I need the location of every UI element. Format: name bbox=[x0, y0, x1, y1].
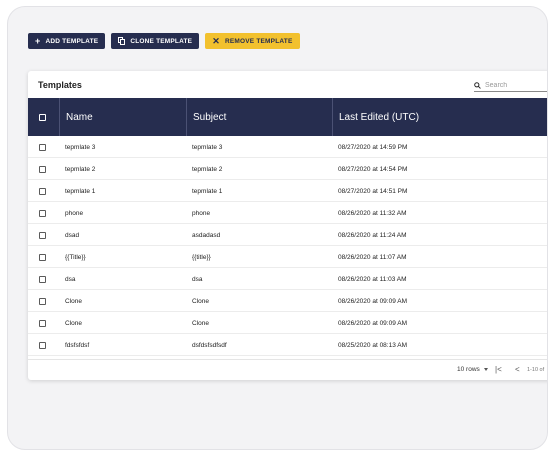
name-cell: Clone bbox=[65, 319, 82, 327]
row-checkbox-cell bbox=[39, 334, 46, 356]
row-checkbox-cell bbox=[39, 136, 46, 158]
row-checkbox[interactable] bbox=[39, 341, 46, 349]
subject-cell: tepmlate 2 bbox=[192, 165, 223, 173]
table-row[interactable]: tepmlate 1 tepmlate 1 08/27/2020 at 14:51 … bbox=[28, 180, 547, 202]
table-row[interactable]: {{Title}} {{title}} 08/26/2020 at 11:07 AM bbox=[28, 246, 547, 268]
column-header-last-edited[interactable]: Last Edited (UTC) bbox=[332, 98, 547, 136]
name-cell: tepmlate 3 bbox=[65, 143, 96, 151]
column-header-subject[interactable]: Subject bbox=[186, 98, 332, 136]
caret-down-icon bbox=[483, 368, 488, 371]
row-checkbox-cell bbox=[39, 246, 46, 268]
select-all-checkbox[interactable] bbox=[39, 113, 46, 121]
last-edited-cell: 08/26/2020 at 11:24 AM bbox=[338, 231, 407, 239]
name-cell: {{Title}} bbox=[65, 253, 86, 261]
screenshot-frame: + ADD TEMPLATE CLONE TEMPLATE ✕ REMOVE T… bbox=[7, 6, 548, 450]
search-icon bbox=[474, 81, 481, 89]
page-range-label: 1-10 of bbox=[527, 367, 545, 373]
row-checkbox-cell bbox=[39, 202, 46, 224]
remove-template-button[interactable]: ✕ REMOVE TEMPLATE bbox=[205, 33, 300, 49]
table-row[interactable]: dsad asdadasd 08/26/2020 at 11:24 AM bbox=[28, 224, 547, 246]
copy-icon bbox=[118, 37, 126, 45]
table-row[interactable]: fdsfsfdsf dsfdsfsdfsdf 08/25/2020 at 08:13… bbox=[28, 334, 547, 356]
remove-template-label: REMOVE TEMPLATE bbox=[224, 37, 293, 45]
last-edited-cell: 08/27/2020 at 14:59 PM bbox=[338, 143, 408, 151]
name-cell: fdsfsfdsf bbox=[65, 341, 90, 349]
row-checkbox[interactable] bbox=[39, 143, 46, 151]
rows-per-page-label: 10 rows bbox=[457, 366, 480, 373]
first-page-icon[interactable]: |< bbox=[495, 365, 502, 374]
subject-cell: Clone bbox=[192, 319, 209, 327]
close-icon: ✕ bbox=[212, 35, 220, 46]
row-checkbox-cell bbox=[39, 180, 46, 202]
clone-template-button[interactable]: CLONE TEMPLATE bbox=[111, 33, 200, 49]
row-checkbox[interactable] bbox=[39, 231, 46, 239]
templates-card: Templates Name Subject Last Edited (UTC)… bbox=[28, 71, 547, 380]
prev-page-icon[interactable]: < bbox=[515, 365, 520, 374]
name-cell: dsad bbox=[65, 231, 80, 239]
name-cell: dsa bbox=[65, 275, 76, 283]
subject-cell: dsfdsfsdfsdf bbox=[192, 341, 227, 349]
row-checkbox-cell bbox=[39, 290, 46, 312]
card-title: Templates bbox=[38, 80, 82, 90]
name-cell: tepmlate 2 bbox=[65, 165, 96, 173]
name-cell: tepmlate 1 bbox=[65, 187, 96, 195]
subject-cell: dsa bbox=[192, 275, 203, 283]
subject-cell: tepmlate 1 bbox=[192, 187, 223, 195]
table-body: tepmlate 3 tepmlate 3 08/27/2020 at 14:59 … bbox=[28, 136, 547, 356]
card-header: Templates bbox=[28, 71, 547, 98]
subject-cell: asdadasd bbox=[192, 231, 221, 239]
table-footer: 10 rows |< < 1-10 of bbox=[28, 359, 547, 380]
table-row[interactable]: tepmlate 2 tepmlate 2 08/27/2020 at 14:54 … bbox=[28, 158, 547, 180]
subject-cell: tepmlate 3 bbox=[192, 143, 223, 151]
row-checkbox[interactable] bbox=[39, 187, 46, 195]
name-cell: phone bbox=[65, 209, 84, 217]
last-edited-cell: 08/26/2020 at 11:03 AM bbox=[338, 275, 407, 283]
subject-cell: {{title}} bbox=[192, 253, 211, 261]
last-edited-cell: 08/26/2020 at 11:32 AM bbox=[338, 209, 407, 217]
name-cell: Clone bbox=[65, 297, 82, 305]
table-row[interactable]: Clone Clone 08/26/2020 at 09:09 AM bbox=[28, 312, 547, 334]
row-checkbox[interactable] bbox=[39, 209, 46, 217]
rows-per-page-select[interactable]: 10 rows bbox=[457, 366, 488, 373]
last-edited-cell: 08/26/2020 at 09:09 AM bbox=[338, 319, 408, 327]
row-checkbox[interactable] bbox=[39, 275, 46, 283]
add-template-button[interactable]: + ADD TEMPLATE bbox=[28, 33, 106, 49]
column-header-name[interactable]: Name bbox=[59, 98, 186, 136]
last-edited-cell: 08/26/2020 at 11:07 AM bbox=[338, 253, 407, 261]
clone-template-label: CLONE TEMPLATE bbox=[130, 37, 193, 45]
add-template-label: ADD TEMPLATE bbox=[45, 37, 99, 45]
subject-cell: phone bbox=[192, 209, 211, 217]
row-checkbox-cell bbox=[39, 224, 46, 246]
search-input[interactable] bbox=[485, 81, 547, 89]
row-checkbox-cell bbox=[39, 312, 46, 334]
toolbar: + ADD TEMPLATE CLONE TEMPLATE ✕ REMOVE T… bbox=[28, 33, 300, 49]
plus-icon: + bbox=[35, 35, 41, 46]
subject-cell: Clone bbox=[192, 297, 209, 305]
row-checkbox[interactable] bbox=[39, 297, 46, 305]
select-all-cell bbox=[39, 98, 59, 136]
table-row[interactable]: Clone Clone 08/26/2020 at 09:09 AM bbox=[28, 290, 547, 312]
table-row[interactable]: phone phone 08/26/2020 at 11:32 AM bbox=[28, 202, 547, 224]
last-edited-cell: 08/26/2020 at 09:09 AM bbox=[338, 297, 408, 305]
search-box[interactable] bbox=[474, 79, 547, 92]
row-checkbox[interactable] bbox=[39, 253, 46, 261]
row-checkbox[interactable] bbox=[39, 319, 46, 327]
last-edited-cell: 08/27/2020 at 14:51 PM bbox=[338, 187, 408, 195]
table-row[interactable]: tepmlate 3 tepmlate 3 08/27/2020 at 14:59 … bbox=[28, 136, 547, 158]
last-edited-cell: 08/27/2020 at 14:54 PM bbox=[338, 165, 408, 173]
table-header: Name Subject Last Edited (UTC) bbox=[28, 98, 547, 136]
last-edited-cell: 08/25/2020 at 08:13 AM bbox=[338, 341, 408, 349]
row-checkbox-cell bbox=[39, 158, 46, 180]
table-row[interactable]: dsa dsa 08/26/2020 at 11:03 AM bbox=[28, 268, 547, 290]
row-checkbox[interactable] bbox=[39, 165, 46, 173]
row-checkbox-cell bbox=[39, 268, 46, 290]
